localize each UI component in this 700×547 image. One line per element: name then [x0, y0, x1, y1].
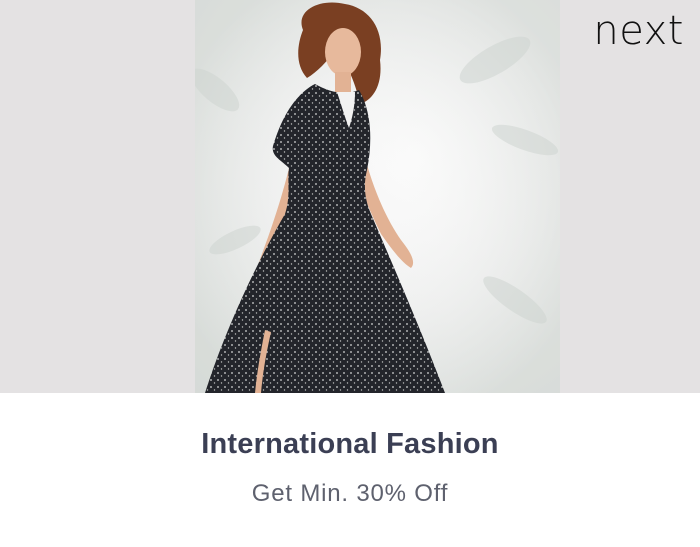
banner-headline: International Fashion: [201, 428, 499, 460]
hero-image: next: [0, 0, 700, 393]
model-photo: [195, 0, 560, 393]
offer-text: Get Min. 30% Off: [251, 480, 449, 507]
brand-logo: next: [593, 8, 684, 54]
promo-banner-card[interactable]: next International Fashion Get Min. 30% …: [0, 0, 700, 547]
